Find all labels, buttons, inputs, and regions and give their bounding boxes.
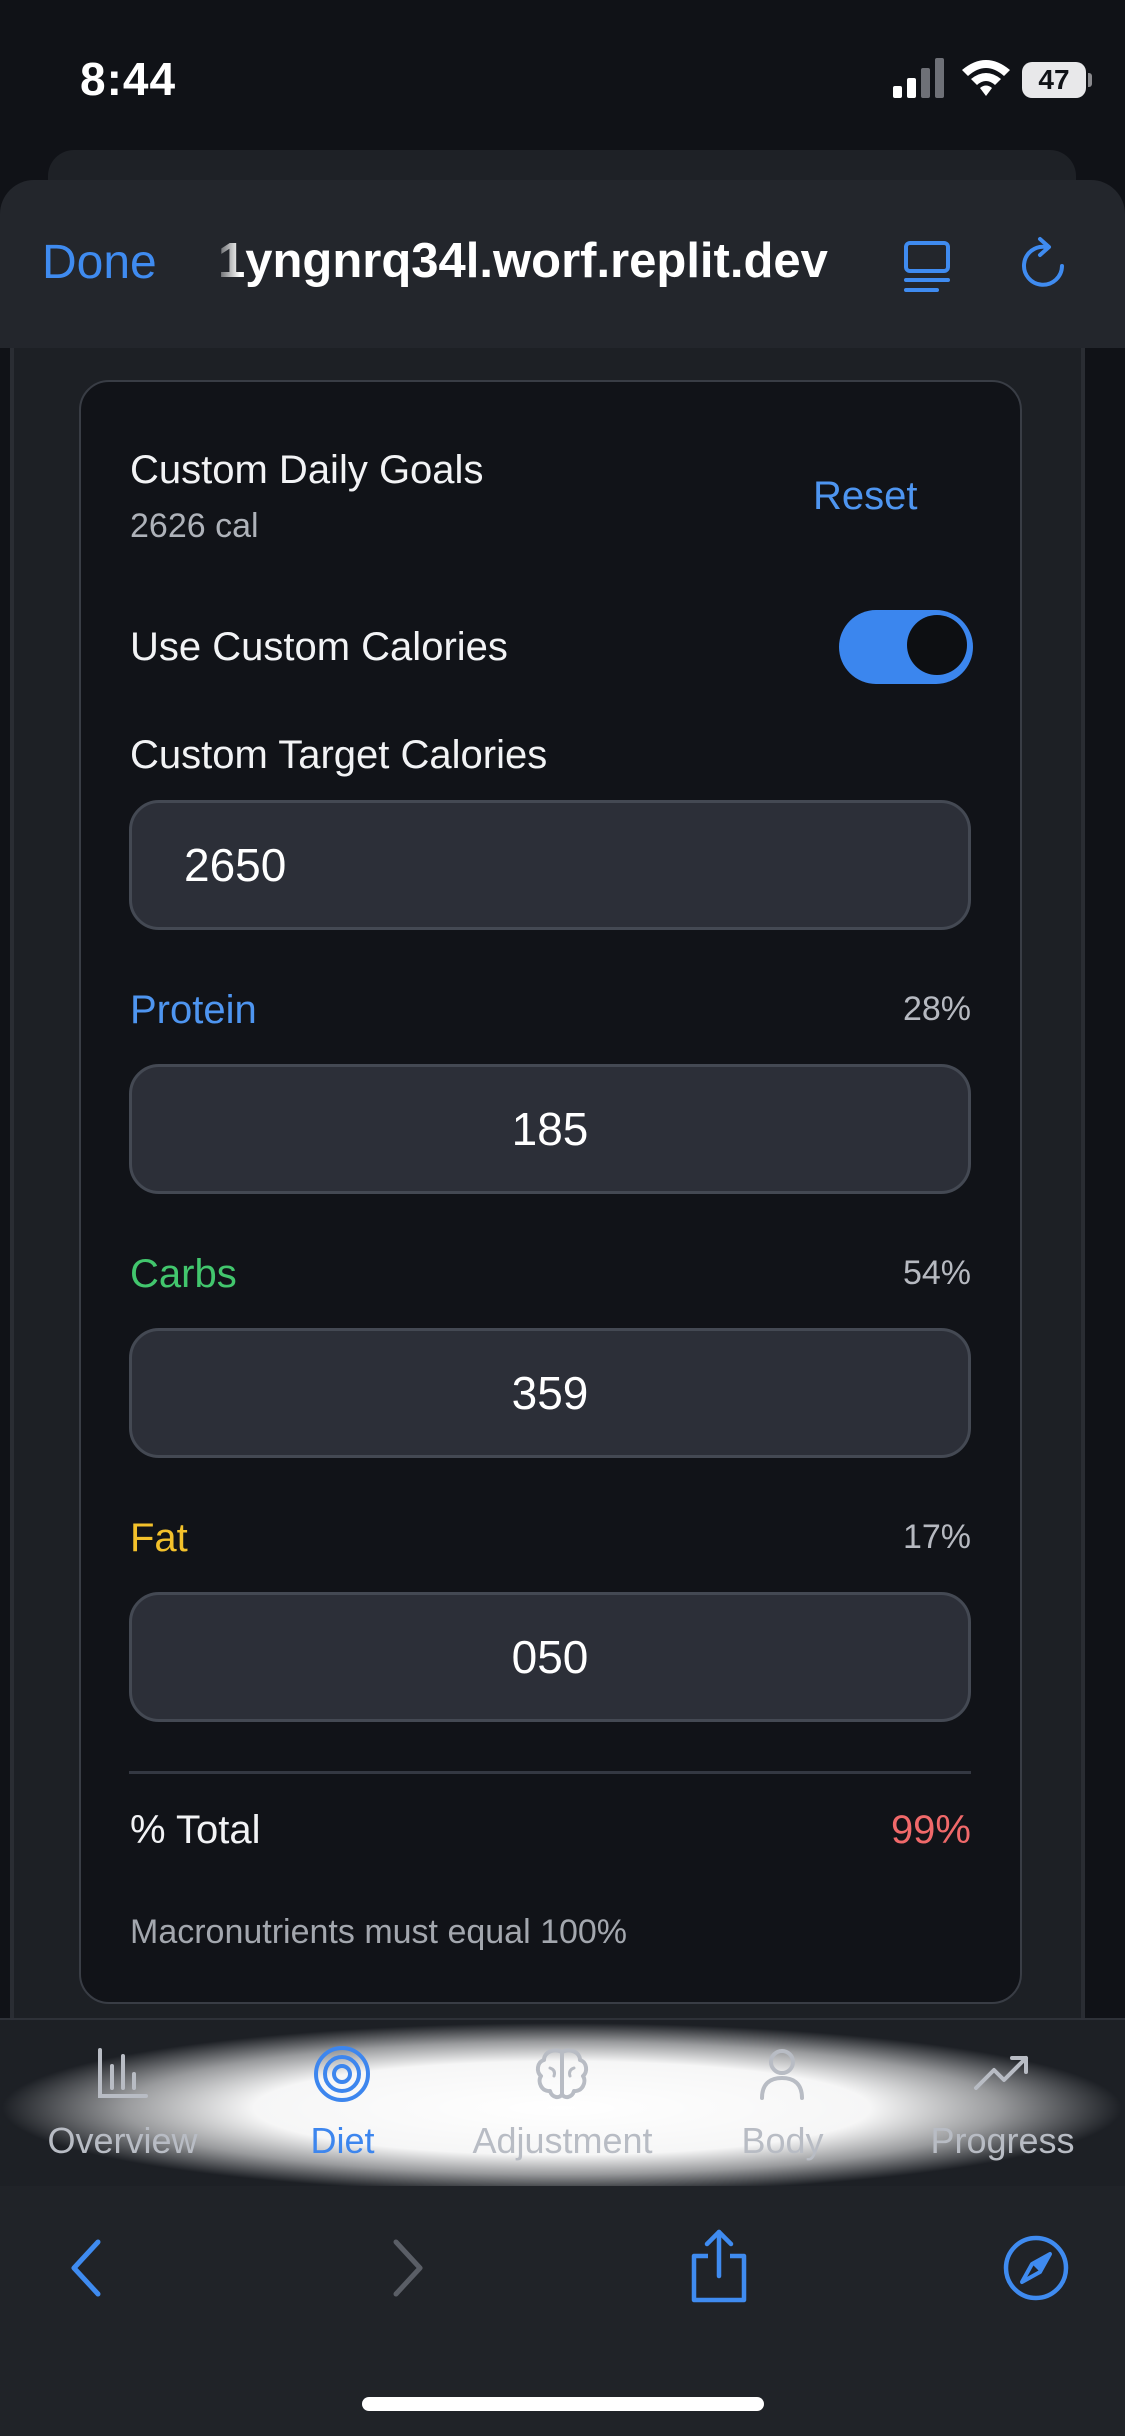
back-arrow-icon[interactable] [66,2236,106,2300]
carbs-label: Carbs [130,1252,237,1296]
tab-adjustment[interactable]: Adjustment [450,2024,675,2184]
tab-label: Body [741,2120,824,2161]
fat-label: Fat [130,1516,188,1560]
page-border-left [10,348,14,2018]
tab-label: Progress [930,2120,1075,2161]
brain-icon [535,2048,589,2100]
target-calories-label: Custom Target Calories [130,733,548,777]
protein-label: Protein [130,988,257,1032]
url-fade [210,225,240,295]
card-subtitle: 2626 cal [130,507,259,545]
battery-tip [1088,73,1092,87]
tab-label: Overview [47,2120,198,2161]
share-icon[interactable] [688,2228,750,2304]
carbs-input[interactable] [129,1328,971,1458]
bar-chart-icon [98,2048,148,2098]
tab-label: Diet [310,2120,375,2161]
reload-icon[interactable] [1018,236,1072,294]
carbs-percent: 54% [902,1254,971,1292]
page-border-right [1081,348,1085,2018]
custom-calories-label: Use Custom Calories [130,625,508,669]
protein-input[interactable] [129,1064,971,1194]
custom-calories-toggle[interactable] [839,610,973,684]
tab-diet[interactable]: Diet [230,2024,455,2184]
reset-button[interactable]: Reset [813,474,918,519]
home-indicator [362,2397,764,2411]
divider [129,1771,971,1774]
status-time: 8:44 [80,53,177,105]
reader-view-icon[interactable] [903,240,951,294]
cellular-signal-icon [893,58,944,98]
total-label: % Total [130,1808,261,1852]
target-calories-input[interactable] [129,800,971,930]
trending-up-icon [974,2056,1028,2090]
compass-icon[interactable] [1002,2234,1070,2302]
total-hint: Macronutrients must equal 100% [130,1913,628,1951]
user-icon [760,2049,804,2100]
forward-arrow-icon[interactable] [388,2236,428,2300]
card-title: Custom Daily Goals [130,448,484,492]
fat-percent: 17% [902,1518,971,1556]
target-icon [314,2046,370,2102]
toggle-knob [907,615,967,675]
url-text[interactable]: 1yngnrq34l.worf.replit.dev [218,233,828,289]
wifi-icon [962,60,1010,96]
done-button[interactable]: Done [42,235,157,290]
battery-icon: 47 [1022,62,1086,98]
tab-overview[interactable]: Overview [10,2024,235,2184]
total-percent-value: 99% [890,1808,971,1852]
fat-input[interactable] [129,1592,971,1722]
protein-percent: 28% [902,990,971,1028]
tab-progress[interactable]: Progress [890,2024,1115,2184]
tab-label: Adjustment [472,2120,653,2161]
tab-body[interactable]: Body [670,2024,895,2184]
